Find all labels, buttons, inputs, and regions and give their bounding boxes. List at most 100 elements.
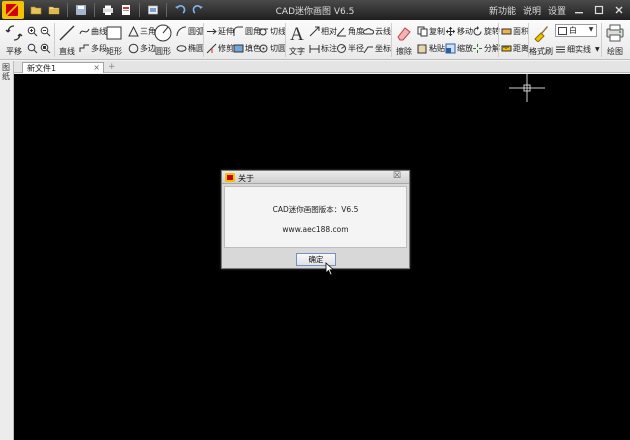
- extend-button[interactable]: 延伸: [206, 24, 234, 38]
- radius-icon: [336, 43, 347, 54]
- line-button[interactable]: 直线: [57, 22, 77, 57]
- trim-button[interactable]: 修剪: [206, 41, 234, 55]
- menu-help[interactable]: 说明: [523, 4, 541, 17]
- new-tab-icon[interactable]: +: [108, 62, 116, 72]
- dialog-title: 关于: [238, 174, 254, 183]
- dialog-close-icon[interactable]: ☒: [393, 171, 401, 181]
- distance-button[interactable]: 距离: [501, 41, 529, 55]
- app-logo[interactable]: [2, 1, 24, 19]
- tab-close-icon[interactable]: ×: [93, 63, 100, 72]
- document-tab-bar: 新文件1 × +: [14, 61, 630, 73]
- color-swatch: [558, 26, 567, 35]
- triangle-icon: [128, 25, 139, 37]
- relative-icon: [309, 26, 320, 37]
- cut-circle-button[interactable]: 切圆: [258, 41, 286, 55]
- rotate-button[interactable]: 旋转: [472, 24, 500, 38]
- zoom-out-icon: [40, 26, 51, 37]
- pan-icon: [3, 22, 25, 44]
- dialog-body: CAD迷你画图版本：V6.5 www.aec188.com: [224, 186, 407, 248]
- multiline-icon: [79, 43, 90, 54]
- mouse-pointer-icon: [325, 262, 335, 276]
- app-icon: [225, 173, 235, 182]
- undo-icon[interactable]: [172, 3, 188, 17]
- text-button[interactable]: A 文字: [288, 22, 306, 57]
- cloud-icon: [363, 26, 374, 37]
- text-icon: A: [286, 22, 308, 44]
- folder-icon[interactable]: [46, 3, 62, 17]
- close-icon[interactable]: [610, 2, 628, 17]
- arc-icon: [176, 26, 187, 37]
- coordinate-button[interactable]: 坐标: [363, 41, 391, 55]
- format-brush-button[interactable]: 格式刷: [529, 22, 553, 57]
- maximize-icon[interactable]: [590, 2, 608, 17]
- chevron-down-icon: ▼: [588, 26, 594, 33]
- rectangle-button[interactable]: 矩形: [104, 22, 124, 57]
- trim-icon: [206, 43, 217, 54]
- circle-button[interactable]: 圆形: [153, 22, 173, 57]
- brush-icon: [530, 22, 552, 44]
- explode-icon: [472, 43, 483, 54]
- zoom-extents-icon: [40, 43, 51, 54]
- fillet-icon: [233, 26, 244, 37]
- hatch-icon: [233, 43, 244, 54]
- fillet-button[interactable]: 圆角: [233, 24, 261, 38]
- pan-button[interactable]: 平移: [3, 22, 25, 57]
- ellipse-button[interactable]: 椭圆: [176, 41, 204, 55]
- side-panel-tab[interactable]: 图纸: [0, 61, 14, 440]
- cloud-button[interactable]: 云线: [363, 24, 391, 38]
- crosshair-cursor-icon: [509, 74, 545, 102]
- zoom-in-button[interactable]: [27, 24, 38, 38]
- plot-button[interactable]: 绘图: [603, 22, 627, 57]
- move-icon: [445, 26, 456, 37]
- zoom-extents-button[interactable]: [40, 41, 51, 55]
- menu-settings[interactable]: 设置: [548, 4, 566, 17]
- erase-button[interactable]: 擦除: [394, 22, 414, 57]
- relative-dim-button[interactable]: 相对: [309, 24, 337, 38]
- dialog-title-bar[interactable]: 关于 ☒: [222, 171, 409, 184]
- linetype-icon: [555, 44, 566, 55]
- minimize-icon[interactable]: [570, 2, 588, 17]
- tangent-icon: [258, 26, 269, 37]
- version-text: CAD迷你画图版本：V6.5: [272, 205, 359, 214]
- hatch-button[interactable]: 填色: [233, 41, 261, 55]
- dimension-icon: [309, 43, 320, 54]
- curve-icon: [79, 26, 90, 37]
- linetype-select[interactable]: 细实线 ▼: [555, 42, 600, 56]
- zoom-window-button[interactable]: [27, 41, 38, 55]
- menu-new-features[interactable]: 新功能: [489, 4, 516, 17]
- print-icon[interactable]: [100, 3, 116, 17]
- save-icon[interactable]: [73, 3, 89, 17]
- move-button[interactable]: 移动: [445, 24, 473, 38]
- tangent-circle-icon: [258, 43, 269, 54]
- angle-icon: [336, 26, 347, 37]
- print-preview-icon[interactable]: [118, 3, 134, 17]
- arc-button[interactable]: 圆弧: [176, 24, 204, 38]
- scale-button[interactable]: 缩放: [445, 41, 473, 55]
- ruler-icon: [501, 43, 512, 54]
- copy-button[interactable]: 复制: [417, 24, 445, 38]
- ribbon-toolbar: 平移 直线 曲线 多段 矩形 三角 多边 圆形 圆弧 椭圆 延伸 修剪 圆角 填…: [0, 20, 630, 60]
- tab-document[interactable]: 新文件1 ×: [22, 62, 104, 73]
- angle-dim-button[interactable]: 角度: [336, 24, 364, 38]
- paste-icon: [417, 43, 428, 54]
- area-button[interactable]: 面积: [501, 24, 529, 38]
- zoom-out-button[interactable]: [40, 24, 51, 38]
- copy-icon: [417, 26, 428, 37]
- chevron-down-icon: ▼: [595, 45, 600, 53]
- redo-icon[interactable]: [190, 3, 206, 17]
- linear-dim-button[interactable]: 标注: [309, 41, 337, 55]
- ellipse-icon: [176, 43, 187, 54]
- paste-button[interactable]: 粘贴: [417, 41, 445, 55]
- explode-button[interactable]: 分解: [472, 41, 500, 55]
- eraser-icon: [393, 22, 415, 44]
- cut-line-button[interactable]: 切线: [258, 24, 286, 38]
- rotate-icon: [472, 25, 483, 37]
- scale-icon: [445, 43, 456, 54]
- export-icon[interactable]: [145, 3, 161, 17]
- circle-icon: [152, 22, 174, 44]
- website-text: www.aec188.com: [282, 225, 349, 234]
- open-icon[interactable]: [28, 3, 44, 17]
- radius-dim-button[interactable]: 半径: [336, 41, 364, 55]
- color-select[interactable]: 白 ▼: [555, 24, 597, 37]
- title-menu: 新功能 说明 设置: [489, 4, 566, 17]
